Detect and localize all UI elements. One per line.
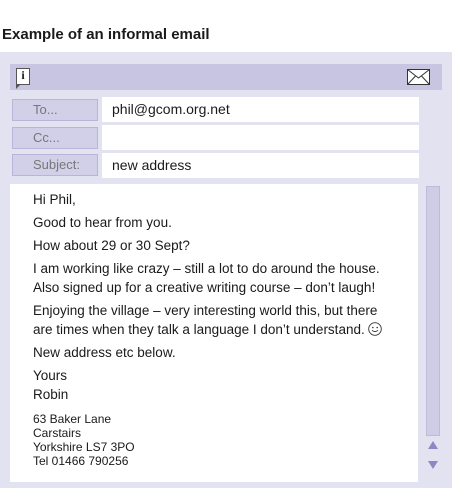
message-text: Hi Phil, Good to hear from you. How abou… (33, 190, 398, 468)
message-line: I am working like crazy – still a lot to… (33, 261, 380, 295)
page-title: Example of an informal email (2, 26, 210, 43)
cc-field-button[interactable]: Cc... (12, 127, 98, 149)
info-icon[interactable]: i (16, 68, 30, 89)
address-line: Carstairs (33, 426, 82, 440)
cc-field[interactable] (102, 125, 419, 150)
message-body[interactable]: Hi Phil, Good to hear from you. How abou… (10, 184, 418, 482)
message-line-text: Enjoying the village – very interesting … (33, 303, 378, 337)
scroll-down-icon[interactable] (428, 461, 438, 469)
email-titlebar: i (10, 64, 442, 90)
to-field[interactable]: phil@gcom.org.net (102, 97, 419, 122)
message-line: New address etc below. (33, 345, 176, 360)
subject-label: Subject: (12, 154, 98, 176)
info-icon-glyph: i (21, 68, 25, 82)
email-window: i To... phil@gcom.org.net Cc... Subject:… (0, 52, 452, 488)
scroll-track[interactable] (426, 186, 440, 436)
address-line: Yorkshire LS7 3PO (33, 440, 135, 454)
message-line: How about 29 or 30 Sept? (33, 238, 190, 253)
scroll-up-icon[interactable] (428, 441, 438, 449)
message-line: Good to hear from you. (33, 215, 172, 230)
smiley-icon (368, 322, 383, 336)
address-line: Tel 01466 790256 (33, 454, 129, 468)
address-line: 63 Baker Lane (33, 412, 112, 426)
scrollbar[interactable] (424, 184, 442, 478)
greeting: Hi Phil, (33, 192, 76, 207)
closing: Yours (33, 368, 68, 383)
to-field-button[interactable]: To... (12, 99, 98, 121)
address-block: 63 Baker Lane Carstairs Yorkshire LS7 3P… (33, 412, 398, 468)
sender-name: Robin (33, 387, 69, 402)
subject-field[interactable]: new address (102, 153, 419, 178)
envelope-icon[interactable] (407, 69, 430, 85)
message-line: Enjoying the village – very interesting … (33, 301, 398, 339)
